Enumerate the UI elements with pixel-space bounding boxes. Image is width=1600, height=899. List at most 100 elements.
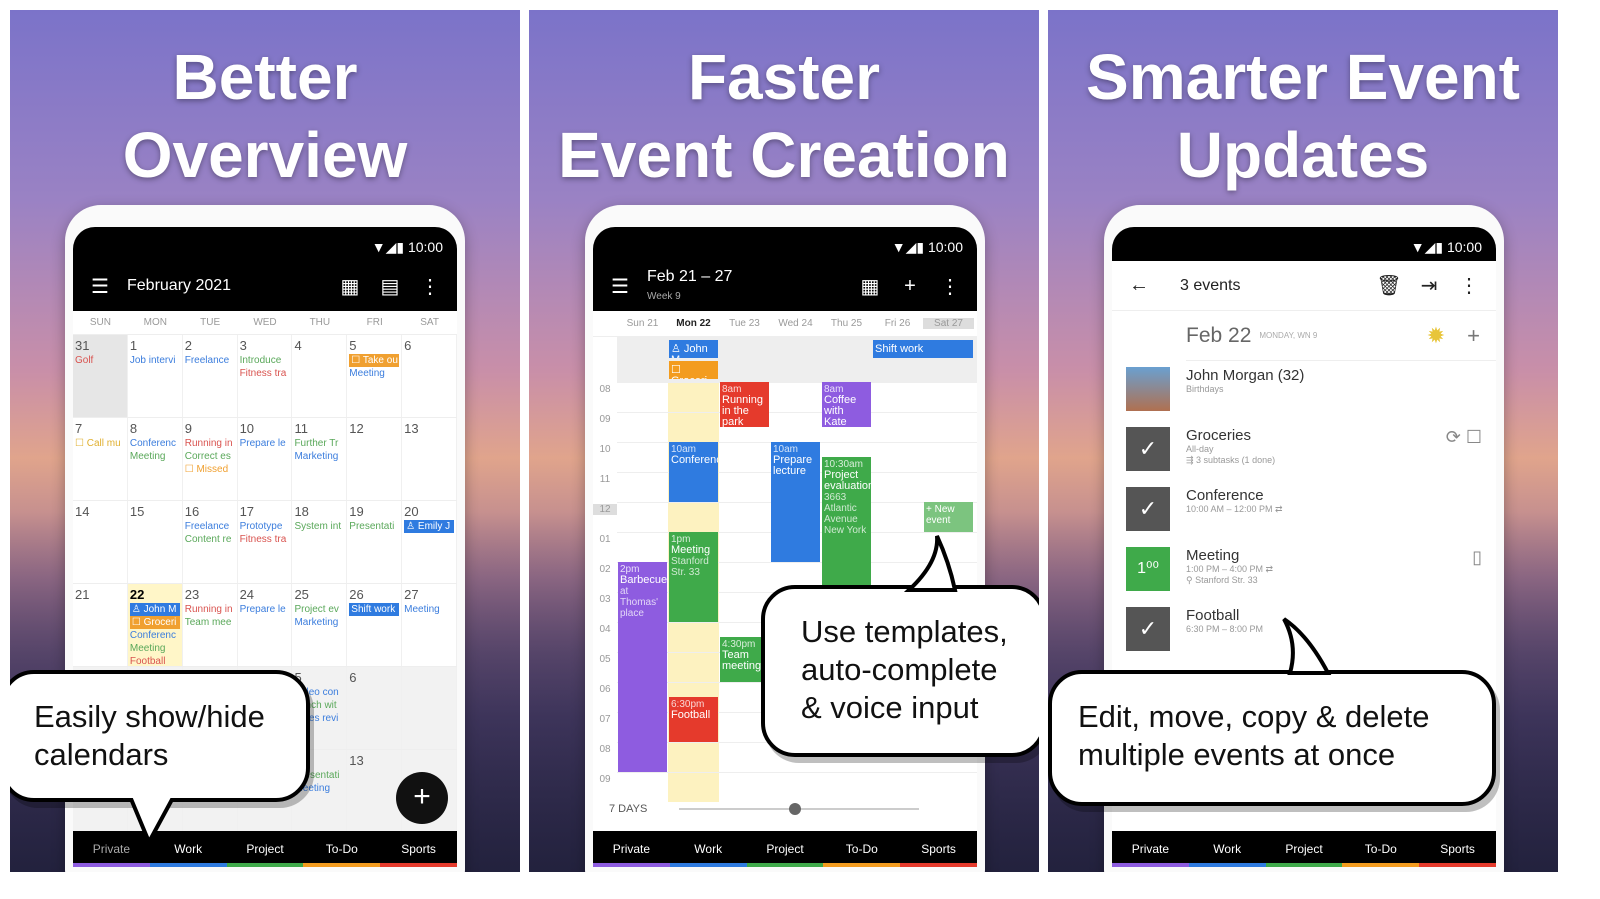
event-label[interactable]: ☐ Groceri (129, 616, 180, 629)
event-action-icons[interactable]: ▯ (1472, 547, 1482, 568)
day-header-label[interactable]: Thu 25 (821, 318, 872, 329)
day-cell[interactable]: 8 Conferenc Meeting (128, 418, 183, 500)
event-label[interactable]: Meeting (130, 450, 180, 463)
event-label[interactable]: Running in (185, 437, 235, 450)
event-label[interactable]: Conferenc (130, 629, 180, 642)
day-header-label[interactable]: Sat 27 (923, 318, 974, 329)
event-label[interactable]: Presentati (349, 520, 399, 533)
tab-work[interactable]: Work (669, 831, 747, 867)
days-slider[interactable] (679, 803, 919, 815)
day-cell[interactable]: 12 (347, 418, 403, 500)
day-cell[interactable]: 21 (73, 584, 128, 666)
day-cell[interactable]: 1 Job intervi (128, 335, 183, 417)
event-list-item[interactable]: 1⁰⁰ Meeting 1:00 PM – 4:00 PM ⇄ ⚲ Stanford … (1112, 547, 1496, 607)
event-label[interactable]: Fitness tra (240, 533, 290, 546)
day-cell[interactable]: 18 System int (292, 501, 348, 583)
day-cell[interactable]: 6 (347, 667, 403, 749)
tab-sports[interactable]: Sports (1419, 831, 1496, 867)
event-label[interactable]: Golf (75, 354, 125, 367)
day-header-label[interactable]: Mon 22 (668, 318, 719, 329)
tab-sports[interactable]: Sports (380, 831, 457, 867)
day-cell[interactable]: 7 ☐ Call mu (73, 418, 128, 500)
event-label[interactable]: Further Tr (294, 437, 344, 450)
event-list-item[interactable]: John Morgan (32) Birthdays (1112, 367, 1496, 427)
menu-icon[interactable]: ☰ (87, 274, 113, 299)
event-label[interactable]: Prepare le (240, 437, 290, 450)
day-header-label[interactable]: Fri 26 (872, 318, 923, 329)
day-cell[interactable]: 14 (73, 501, 128, 583)
event-photo[interactable] (1126, 367, 1170, 411)
select-checkbox[interactable]: ✓ (1126, 427, 1170, 471)
calendar-event[interactable]: 10am Prepare lecture (771, 442, 820, 562)
tab-private[interactable]: Private (1112, 831, 1189, 867)
event-list-item[interactable]: ✓ Conference 10:00 AM – 12:00 PM ⇄ (1112, 487, 1496, 547)
event-label[interactable]: Freelance (185, 354, 235, 367)
day-cell[interactable]: 10 Prepare le (238, 418, 293, 500)
all-day-event[interactable]: ♙ John M (669, 340, 718, 358)
day-cell[interactable]: 3 Introduce Fitness tra (238, 335, 293, 417)
back-arrow-icon[interactable]: ← (1126, 274, 1152, 297)
day-cell[interactable]: 31 Golf (73, 335, 128, 417)
day-cell[interactable]: 13 (402, 418, 457, 500)
day-cell[interactable]: 19 Presentati (347, 501, 403, 583)
slider-thumb[interactable] (789, 803, 801, 815)
tab-sports[interactable]: Sports (900, 831, 977, 867)
event-label[interactable]: ☐ Missed (185, 463, 235, 476)
event-label[interactable]: Introduce (240, 354, 290, 367)
tab-to-do[interactable]: To-Do (303, 831, 381, 867)
event-action-icons[interactable]: ⟳ ☐ (1446, 427, 1482, 448)
calendar-event[interactable]: 2pm Barbecue at Thomas' place (618, 562, 667, 772)
select-checkbox[interactable]: ✓ (1126, 607, 1170, 651)
event-label[interactable]: Freelance (185, 520, 235, 533)
all-day-event[interactable]: Shift work (873, 340, 973, 358)
calendar-event[interactable]: + New event (924, 502, 973, 532)
event-label[interactable]: Correct es (185, 450, 235, 463)
event-label[interactable]: Meeting (130, 642, 180, 655)
day-header-label[interactable]: Tue 23 (719, 318, 770, 329)
view-layout-icon[interactable]: ▤ (377, 274, 403, 299)
event-label[interactable]: Meeting (349, 367, 399, 380)
add-icon[interactable]: + (897, 275, 923, 298)
event-label[interactable]: Conferenc (130, 437, 180, 450)
event-label[interactable]: Football (130, 655, 180, 666)
day-cell[interactable]: 16 Freelance Content re (183, 501, 238, 583)
event-list-item[interactable]: ✓ Groceries All-day ⇶ 3 subtasks (1 done) ⟳ … (1112, 427, 1496, 487)
calendar-event[interactable]: 8am Running in the park (720, 382, 769, 427)
event-label[interactable]: ☐ Take ou (349, 354, 400, 367)
event-label[interactable]: Meeting (404, 603, 454, 616)
tab-to-do[interactable]: To-Do (1342, 831, 1420, 867)
day-cell[interactable]: 23 Running in Team mee (183, 584, 238, 666)
delete-icon[interactable]: 🗑 (1376, 273, 1402, 298)
day-cell[interactable]: 15 (128, 501, 183, 583)
day-cell[interactable]: 5 ☐ Take ou Meeting (347, 335, 403, 417)
day-cell[interactable]: 22 ♙ John M ☐ Groceri Conferenc Meeting Footb… (127, 584, 183, 666)
event-label[interactable]: ☐ Call mu (75, 437, 125, 450)
event-label[interactable]: ♙ John M (129, 603, 180, 616)
event-label[interactable]: Shift work (349, 603, 400, 616)
day-cell[interactable]: 6 (402, 335, 457, 417)
event-label[interactable]: Prototype (240, 520, 290, 533)
day-cell[interactable]: 17 Prototype Fitness tra (238, 501, 293, 583)
event-label[interactable]: Marketing (294, 450, 344, 463)
calendar-today-icon[interactable]: ▦ (857, 274, 883, 299)
day-cell[interactable]: 20 ♙ Emily J (402, 501, 457, 583)
day-cell[interactable]: 26 Shift work (347, 584, 403, 666)
day-cell[interactable]: 13 (347, 750, 403, 832)
move-to-date-icon[interactable]: ⇥ (1416, 273, 1442, 298)
day-cell[interactable]: 24 Prepare le (238, 584, 293, 666)
event-label[interactable]: System int (294, 520, 344, 533)
day-cell[interactable]: 25 Project ev Marketing (292, 584, 348, 666)
more-icon[interactable]: ⋮ (937, 274, 963, 299)
day-header-label[interactable]: Wed 24 (770, 318, 821, 329)
day-header-label[interactable]: Sun 21 (617, 318, 668, 329)
menu-icon[interactable]: ☰ (607, 274, 633, 299)
tab-project[interactable]: Project (746, 831, 824, 867)
event-label[interactable]: Marketing (294, 616, 344, 629)
day-cell[interactable]: 4 (292, 335, 348, 417)
event-label[interactable]: Project ev (294, 603, 344, 616)
tab-project[interactable]: Project (1265, 831, 1343, 867)
event-label[interactable]: Fitness tra (240, 367, 290, 380)
calendar-event[interactable]: 6:30pm Football (669, 697, 718, 742)
event-label[interactable]: Prepare le (240, 603, 290, 616)
day-cell[interactable] (402, 667, 457, 749)
